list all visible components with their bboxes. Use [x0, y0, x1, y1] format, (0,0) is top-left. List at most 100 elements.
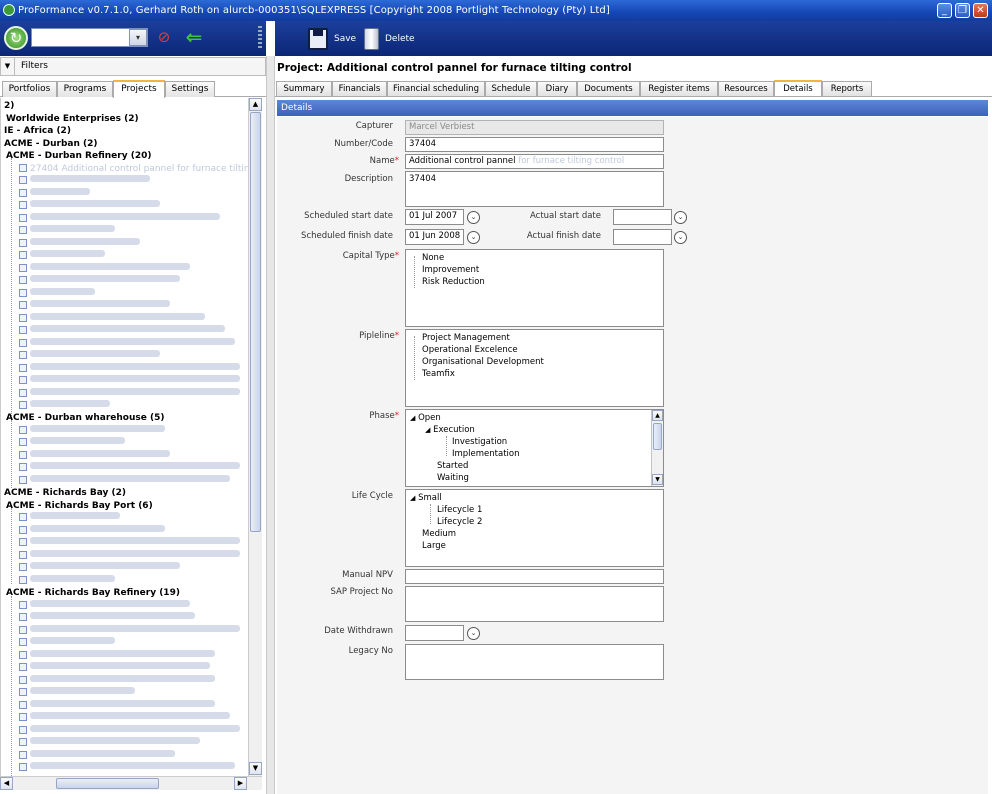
list-item[interactable] — [19, 313, 205, 325]
scheduled-start-date-field[interactable]: 01 Jul 2007 — [405, 209, 464, 225]
list-item[interactable] — [19, 288, 95, 300]
scroll-right-icon[interactable]: ▶ — [234, 777, 247, 790]
date-picker-icon[interactable]: ⌄ — [467, 627, 480, 640]
list-item[interactable] — [19, 300, 170, 312]
list-item[interactable]: Teamfix — [422, 368, 455, 380]
tree-node[interactable]: IE - Africa (2) — [4, 125, 71, 137]
list-item[interactable]: Organisational Development — [422, 356, 544, 368]
list-item[interactable] — [19, 550, 240, 562]
list-item[interactable] — [19, 275, 180, 287]
list-item[interactable]: ◢ Execution — [425, 424, 475, 436]
tab-financial-scheduling[interactable]: Financial scheduling — [387, 81, 485, 96]
tree-node[interactable]: ACME - Richards Bay Port (6) — [6, 500, 153, 512]
list-item[interactable] — [19, 512, 120, 524]
list-item[interactable] — [19, 675, 215, 687]
list-item[interactable] — [19, 625, 240, 637]
list-item[interactable] — [19, 575, 115, 587]
scroll-thumb[interactable] — [56, 778, 159, 789]
tree-node[interactable]: ACME - Durban Refinery (20) — [6, 150, 151, 162]
list-item[interactable]: ◢ Small — [410, 492, 442, 504]
list-item[interactable]: Project Management — [422, 332, 510, 344]
tree-node[interactable]: ACME - Durban (2) — [4, 138, 98, 150]
list-item[interactable] — [19, 687, 135, 699]
tab-settings[interactable]: Settings — [165, 81, 215, 97]
tree-node[interactable]: ACME - Durban wharehouse (5) — [6, 412, 164, 424]
expand-icon[interactable]: ◢ — [410, 414, 415, 422]
date-picker-icon[interactable]: ⌄ — [467, 231, 480, 244]
list-item[interactable]: Waiting — [437, 472, 469, 484]
list-item[interactable] — [19, 462, 240, 474]
pipeline-tree[interactable]: Project Management Operational Excelence… — [405, 329, 664, 407]
list-item[interactable] — [19, 325, 225, 337]
tree-vertical-scrollbar[interactable]: ▲ ▼ — [248, 98, 262, 776]
list-item[interactable] — [19, 388, 240, 400]
list-item[interactable]: Operational Excelence — [422, 344, 518, 356]
list-item[interactable] — [19, 450, 170, 462]
scroll-thumb[interactable] — [250, 112, 261, 532]
list-item[interactable]: Lifecycle 1 — [437, 504, 482, 516]
list-item[interactable] — [19, 363, 240, 375]
list-item[interactable] — [19, 400, 110, 412]
tab-diary[interactable]: Diary — [537, 81, 577, 96]
tab-schedule[interactable]: Schedule — [485, 81, 537, 96]
list-item[interactable] — [19, 762, 235, 774]
list-item[interactable]: Investigation — [452, 436, 507, 448]
manual-npv-field[interactable] — [405, 569, 664, 584]
tab-documents[interactable]: Documents — [577, 81, 640, 96]
list-item[interactable] — [19, 600, 190, 612]
list-item[interactable] — [19, 700, 215, 712]
list-item[interactable] — [19, 338, 235, 350]
list-item[interactable] — [19, 200, 160, 212]
description-field[interactable]: 37404 — [405, 171, 664, 207]
panel-splitter[interactable] — [266, 56, 275, 794]
list-item[interactable]: Implementation — [452, 448, 520, 460]
list-item[interactable] — [19, 637, 115, 649]
scroll-down-icon[interactable]: ▼ — [652, 474, 663, 485]
list-item[interactable]: Medium — [422, 528, 456, 540]
filters-toggle-icon[interactable]: ▼ — [1, 58, 15, 75]
list-item[interactable] — [19, 525, 165, 537]
expand-icon[interactable]: ◢ — [425, 426, 430, 434]
minimize-button[interactable]: _ — [937, 3, 952, 18]
tab-projects[interactable]: Projects — [113, 80, 165, 98]
list-item[interactable] — [19, 612, 195, 624]
list-item[interactable]: Started — [437, 460, 468, 472]
list-item[interactable] — [19, 437, 125, 449]
tab-register-items[interactable]: Register items — [640, 81, 718, 96]
scroll-up-icon[interactable]: ▲ — [652, 410, 663, 421]
list-item[interactable] — [19, 225, 115, 237]
scroll-down-icon[interactable]: ▼ — [249, 762, 262, 775]
date-picker-icon[interactable]: ⌄ — [467, 211, 480, 224]
tab-reports[interactable]: Reports — [822, 81, 872, 96]
sap-project-field[interactable] — [405, 586, 664, 622]
date-picker-icon[interactable]: ⌄ — [674, 211, 687, 224]
close-button[interactable]: ✕ — [973, 3, 988, 18]
tree-node[interactable]: Worldwide Enterprises (2) — [6, 113, 139, 125]
life-cycle-tree[interactable]: ◢ Small Lifecycle 1 Lifecycle 2 Medium L… — [405, 489, 664, 567]
list-item[interactable] — [19, 263, 190, 275]
list-item[interactable] — [19, 562, 180, 574]
actual-start-date-field[interactable] — [613, 209, 672, 225]
list-item[interactable] — [19, 650, 215, 662]
list-item[interactable]: 27404 Additional control pannel for furn… — [19, 163, 248, 175]
tab-programs[interactable]: Programs — [57, 81, 113, 97]
list-item[interactable] — [19, 425, 165, 437]
save-button[interactable]: Save — [308, 25, 356, 52]
list-item[interactable] — [19, 213, 220, 225]
list-item[interactable] — [19, 537, 240, 549]
list-item[interactable] — [19, 750, 175, 762]
list-item[interactable] — [19, 737, 200, 749]
clear-search-icon[interactable]: ⊘ — [153, 26, 175, 48]
search-dropdown-button[interactable]: ▾ — [129, 29, 147, 46]
tree-node[interactable]: ACME - Richards Bay (2) — [4, 487, 126, 499]
date-withdrawn-field[interactable] — [405, 625, 464, 641]
tab-resources[interactable]: Resources — [718, 81, 774, 96]
refresh-icon[interactable]: ↻ — [4, 26, 28, 50]
tab-details[interactable]: Details — [774, 80, 822, 97]
list-item[interactable] — [19, 175, 150, 187]
tab-summary[interactable]: Summary — [276, 81, 332, 96]
list-item[interactable] — [19, 662, 210, 674]
number-code-field[interactable]: 37404 — [405, 137, 664, 152]
list-item[interactable]: Risk Reduction — [422, 276, 485, 288]
list-item[interactable] — [19, 375, 240, 387]
